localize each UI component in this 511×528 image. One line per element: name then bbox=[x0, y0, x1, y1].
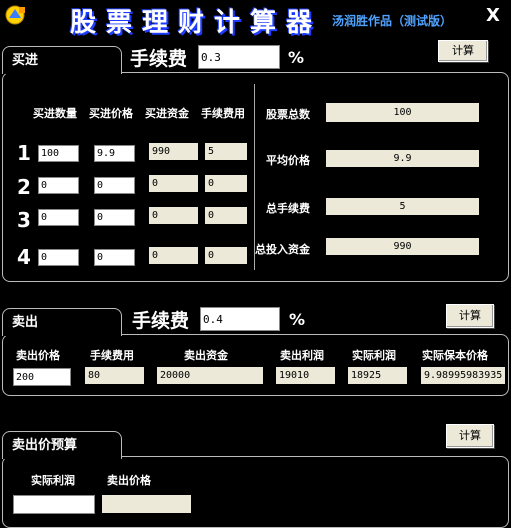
buy-tab: 买进 bbox=[2, 46, 122, 74]
sell-calc-button[interactable]: 计算 bbox=[446, 304, 494, 328]
total-shares-value: 100 bbox=[326, 103, 479, 122]
buy-row-4-number: 4 bbox=[17, 245, 31, 269]
sell-header-price: 卖出价格 bbox=[16, 349, 60, 362]
sell-tab: 卖出 bbox=[2, 308, 122, 336]
sell-tab-label: 卖出 bbox=[12, 315, 39, 330]
sell-breakeven-value bbox=[421, 367, 505, 384]
total-invest-value: 990 bbox=[326, 238, 479, 255]
buy-header-price: 买进价格 bbox=[89, 107, 133, 120]
sell-header-capital: 卖出资金 bbox=[184, 349, 228, 362]
buy-header-capital: 买进资金 bbox=[145, 107, 189, 120]
buy-row-3-price-input[interactable] bbox=[94, 209, 135, 226]
buy-header-fee: 手续费用 bbox=[201, 107, 245, 120]
sell-header-breakeven: 实际保本价格 bbox=[422, 349, 488, 362]
estimate-panel bbox=[2, 456, 509, 528]
buy-row-1-price-input[interactable] bbox=[94, 145, 135, 162]
sell-fee-value bbox=[85, 367, 144, 384]
sell-header-profit: 卖出利润 bbox=[280, 349, 324, 362]
buy-row-4-price-input[interactable] bbox=[94, 249, 135, 266]
estimate-sell-price-value bbox=[102, 495, 191, 513]
buy-fee-input[interactable] bbox=[198, 45, 280, 69]
buy-row-1-capital bbox=[149, 143, 198, 160]
buy-row-2-capital bbox=[149, 175, 198, 192]
estimate-tab: 卖出价预算 bbox=[2, 431, 122, 459]
estimate-header-sell-price: 卖出价格 bbox=[107, 474, 151, 487]
sell-header-real-profit: 实际利润 bbox=[352, 349, 396, 362]
total-shares-label: 股票总数 bbox=[266, 108, 310, 121]
sell-header-fee: 手续费用 bbox=[90, 349, 134, 362]
total-invest-label: 总投入资金 bbox=[255, 243, 310, 256]
buy-row-2-qty-input[interactable] bbox=[38, 177, 79, 194]
estimate-header-real-profit: 实际利润 bbox=[31, 474, 75, 487]
buy-fee-label: 手续费 bbox=[130, 48, 188, 70]
buy-row-1-fee bbox=[205, 143, 247, 160]
app-subtitle: 汤润胜作品（测试版） bbox=[332, 14, 453, 28]
buy-row-3-capital bbox=[149, 207, 198, 224]
buy-row-3-qty-input[interactable] bbox=[38, 209, 79, 226]
buy-row-1-qty-input[interactable] bbox=[38, 145, 79, 162]
buy-row-4-fee bbox=[205, 247, 247, 264]
sell-real-profit-value bbox=[348, 367, 407, 384]
buy-tab-label: 买进 bbox=[12, 53, 39, 68]
avg-price-label: 平均价格 bbox=[266, 154, 310, 167]
buy-row-4-qty-input[interactable] bbox=[38, 249, 79, 266]
app-logo-icon bbox=[5, 5, 25, 25]
total-fee-value: 5 bbox=[326, 198, 479, 215]
buy-row-3-fee bbox=[205, 207, 247, 224]
sell-panel bbox=[2, 334, 509, 396]
sell-price-input[interactable] bbox=[13, 368, 71, 386]
sell-fee-label: 手续费 bbox=[132, 310, 190, 332]
close-button[interactable]: X bbox=[486, 5, 500, 26]
buy-fee-percent: % bbox=[288, 48, 305, 67]
app-title: 股票理财计算器 bbox=[70, 8, 323, 38]
buy-row-3-number: 3 bbox=[17, 208, 31, 232]
sell-fee-input[interactable] bbox=[200, 307, 280, 331]
buy-row-1-number: 1 bbox=[17, 141, 31, 165]
estimate-calc-button[interactable]: 计算 bbox=[446, 424, 494, 448]
total-fee-label: 总手续费 bbox=[266, 202, 310, 215]
buy-header-qty: 买进数量 bbox=[33, 107, 77, 120]
sell-fee-percent: % bbox=[289, 310, 306, 329]
buy-row-2-fee bbox=[205, 175, 247, 192]
buy-row-4-capital bbox=[149, 247, 198, 264]
buy-row-2-price-input[interactable] bbox=[94, 177, 135, 194]
estimate-real-profit-input[interactable] bbox=[13, 495, 95, 514]
sell-capital-value bbox=[157, 367, 263, 384]
sell-profit-value bbox=[276, 367, 335, 384]
avg-price-value: 9.9 bbox=[326, 150, 479, 167]
estimate-tab-label: 卖出价预算 bbox=[12, 438, 78, 453]
buy-calc-button[interactable]: 计算 bbox=[438, 40, 488, 62]
buy-row-2-number: 2 bbox=[17, 175, 31, 199]
